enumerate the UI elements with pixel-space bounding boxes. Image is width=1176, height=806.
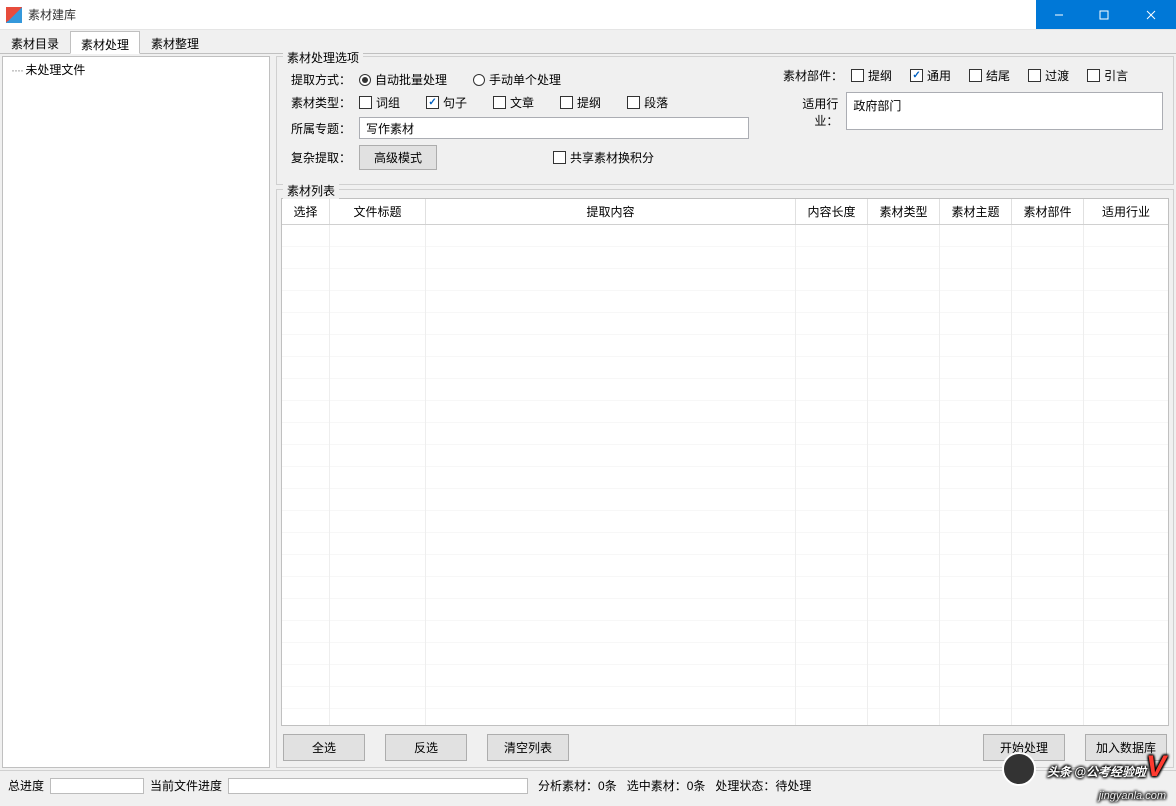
invert-select-button[interactable]: 反选 xyxy=(385,734,467,761)
col-content[interactable]: 提取内容 xyxy=(426,199,796,224)
check-part-general[interactable]: 通用 xyxy=(910,67,951,84)
close-button[interactable] xyxy=(1126,0,1176,29)
tab-process[interactable]: 素材处理 xyxy=(70,31,140,54)
app-icon xyxy=(6,7,22,23)
material-grid[interactable]: 选择 文件标题 提取内容 内容长度 素材类型 素材主题 素材部件 适用行业 xyxy=(281,198,1169,726)
topic-input[interactable] xyxy=(359,117,749,139)
analyzed-count: 分析素材：0条 xyxy=(538,777,617,794)
industry-input[interactable]: 政府部门 xyxy=(846,92,1163,130)
tab-catalog[interactable]: 素材目录 xyxy=(0,30,70,53)
extract-mode-label: 提取方式： xyxy=(287,71,351,88)
total-progress-label: 总进度 xyxy=(8,777,44,794)
col-select[interactable]: 选择 xyxy=(282,199,330,224)
sidebar-tree[interactable]: 未处理文件 xyxy=(2,56,270,768)
check-part-ending[interactable]: 结尾 xyxy=(969,67,1010,84)
radio-manual-single[interactable]: 手动单个处理 xyxy=(473,71,561,88)
tree-unprocessed[interactable]: 未处理文件 xyxy=(11,61,261,78)
clear-list-button[interactable]: 清空列表 xyxy=(487,734,569,761)
topic-label: 所属专题： xyxy=(287,120,351,137)
current-file-label: 当前文件进度 xyxy=(150,777,222,794)
check-phrase[interactable]: 词组 xyxy=(359,94,400,111)
options-legend: 素材处理选项 xyxy=(283,49,363,66)
complex-label: 复杂提取： xyxy=(287,149,351,166)
status-bar: 总进度 当前文件进度 分析素材：0条 选中素材：0条 处理状态：待处理 xyxy=(0,770,1176,800)
grid-body[interactable] xyxy=(282,225,1168,726)
radio-auto-batch[interactable]: 自动批量处理 xyxy=(359,71,447,88)
titlebar: 素材建库 xyxy=(0,0,1176,30)
part-label: 素材部件： xyxy=(783,67,843,84)
list-legend: 素材列表 xyxy=(283,182,339,199)
check-part-outline[interactable]: 提纲 xyxy=(851,67,892,84)
maximize-button[interactable] xyxy=(1081,0,1126,29)
check-part-quote[interactable]: 引言 xyxy=(1087,67,1128,84)
check-part-transition[interactable]: 过渡 xyxy=(1028,67,1069,84)
advanced-mode-button[interactable]: 高级模式 xyxy=(359,145,437,170)
window-title: 素材建库 xyxy=(28,6,1036,23)
material-type-label: 素材类型： xyxy=(287,94,351,111)
minimize-button[interactable] xyxy=(1036,0,1081,29)
tab-organize[interactable]: 素材整理 xyxy=(140,30,210,53)
col-part[interactable]: 素材部件 xyxy=(1012,199,1084,224)
col-type[interactable]: 素材类型 xyxy=(868,199,940,224)
list-group: 素材列表 选择 文件标题 提取内容 内容长度 素材类型 素材主题 素材部件 适用… xyxy=(276,189,1174,768)
check-article[interactable]: 文章 xyxy=(493,94,534,111)
selected-count: 选中素材：0条 xyxy=(627,777,706,794)
grid-header: 选择 文件标题 提取内容 内容长度 素材类型 素材主题 素材部件 适用行业 xyxy=(282,199,1168,225)
total-progress-bar xyxy=(50,778,144,794)
industry-label: 适用行业： xyxy=(783,92,838,129)
add-database-button[interactable]: 加入数据库 xyxy=(1085,734,1167,761)
check-sentence[interactable]: 句子 xyxy=(426,94,467,111)
check-paragraph[interactable]: 段落 xyxy=(627,94,668,111)
check-share-points[interactable]: 共享素材换积分 xyxy=(553,149,654,166)
col-topic[interactable]: 素材主题 xyxy=(940,199,1012,224)
check-outline[interactable]: 提纲 xyxy=(560,94,601,111)
options-group: 素材处理选项 提取方式： 自动批量处理 手动单个处理 素材类型： 词组 句子 文… xyxy=(276,56,1174,185)
select-all-button[interactable]: 全选 xyxy=(283,734,365,761)
col-industry[interactable]: 适用行业 xyxy=(1084,199,1168,224)
process-state: 处理状态：待处理 xyxy=(715,777,811,794)
start-process-button[interactable]: 开始处理 xyxy=(983,734,1065,761)
col-length[interactable]: 内容长度 xyxy=(796,199,868,224)
current-file-progress-bar xyxy=(228,778,528,794)
main-tabs: 素材目录 素材处理 素材整理 xyxy=(0,30,1176,54)
col-title[interactable]: 文件标题 xyxy=(330,199,426,224)
